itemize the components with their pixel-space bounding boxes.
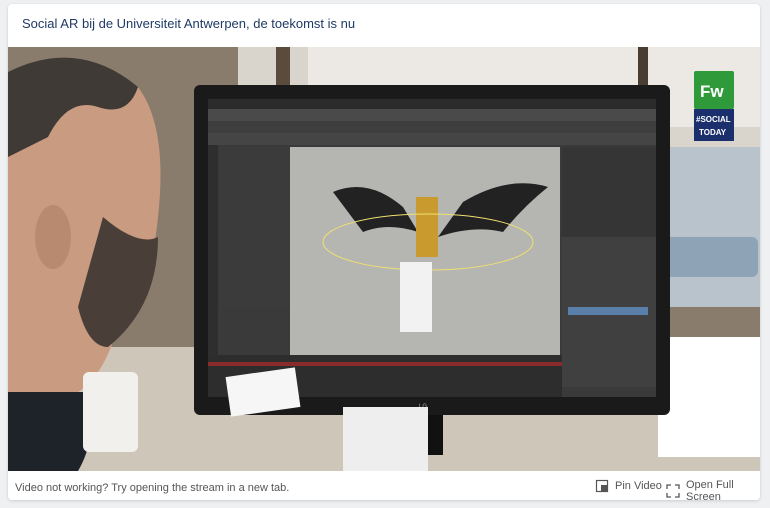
video-title: Social AR bij de Universiteit Antwerpen,… xyxy=(22,16,356,31)
svg-text:TODAY: TODAY xyxy=(699,128,727,137)
video-player[interactable]: LG Fw #SOCIAL TODAY xyxy=(8,47,760,471)
svg-text:Fw: Fw xyxy=(700,82,724,101)
pin-video-button[interactable]: Pin Video xyxy=(595,479,662,493)
open-fullscreen-label: Open Full Screen xyxy=(686,479,734,500)
video-footer: Video not working? Try opening the strea… xyxy=(8,474,760,500)
open-fullscreen-button[interactable]: Open Full Screen xyxy=(666,479,760,500)
video-frame: LG Fw #SOCIAL TODAY xyxy=(8,47,760,471)
pin-icon xyxy=(595,479,609,493)
fullscreen-icon xyxy=(666,484,680,498)
video-help-text: Video not working? Try opening the strea… xyxy=(15,482,290,494)
svg-text:#SOCIAL: #SOCIAL xyxy=(696,115,731,124)
social-today-badge: Fw #SOCIAL TODAY xyxy=(694,71,734,141)
pin-video-label: Pin Video xyxy=(615,480,662,492)
video-card: Social AR bij de Universiteit Antwerpen,… xyxy=(8,4,760,500)
